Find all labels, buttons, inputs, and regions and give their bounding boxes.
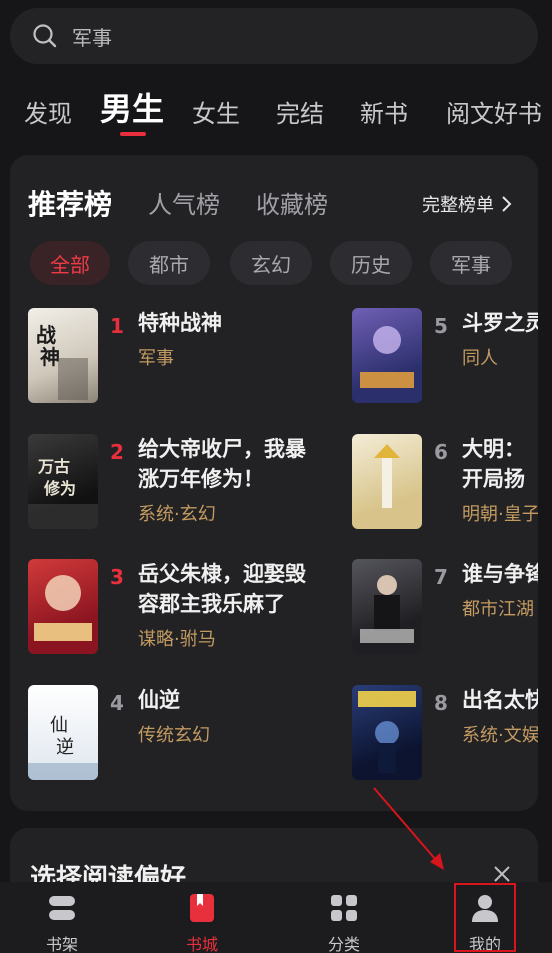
rank-tab-popular[interactable]: 人气榜 xyxy=(148,185,220,220)
nav-label: 分类 xyxy=(327,935,360,953)
book-item[interactable]: 5 斗罗之灵 同人 xyxy=(352,308,538,408)
nav-label: 书城 xyxy=(185,935,218,953)
close-icon[interactable] xyxy=(492,864,512,884)
book-item[interactable]: 战神 1 特种战神 军事 xyxy=(28,308,328,408)
channel-tabs: 发现 男生 女生 完结 新书 阅文好书 xyxy=(0,84,552,144)
full-list-link[interactable]: 完整榜单 xyxy=(422,191,514,217)
book-cover: 战神 xyxy=(28,308,98,403)
book-cover xyxy=(352,308,422,403)
book-tag: 传统玄幻 xyxy=(138,725,210,746)
book-title: 特种战神 xyxy=(138,311,222,335)
category-grid-icon xyxy=(331,895,357,921)
rank-tab-recommend[interactable]: 推荐榜 xyxy=(28,183,112,223)
chip-urban[interactable]: 都市 xyxy=(128,241,210,285)
bookshelf-icon xyxy=(49,896,75,920)
search-bar[interactable]: 军事 xyxy=(10,8,538,64)
book-title: 给大帝收尸，我暴涨万年修为！ xyxy=(138,437,306,491)
book-item[interactable]: 8 出名太快 系统·文娱 xyxy=(352,685,538,785)
book-title: 斗罗之灵 xyxy=(462,311,538,335)
book-title: 出名太快 xyxy=(462,688,538,712)
book-item[interactable]: 7 谁与争锋 都市江湖 xyxy=(352,559,538,659)
tab-male[interactable]: 男生 xyxy=(100,84,164,130)
book-title: 仙逆 xyxy=(138,688,180,712)
tab-completed[interactable]: 完结 xyxy=(276,94,324,129)
tab-new-books[interactable]: 新书 xyxy=(360,94,408,129)
book-title: 谁与争锋 xyxy=(462,562,538,586)
book-title: 岳父朱棣，迎娶毁容郡主我乐麻了 xyxy=(138,562,306,616)
rank-number: 6 xyxy=(434,440,448,464)
rank-number: 8 xyxy=(434,691,448,715)
book-tag: 系统·文娱 xyxy=(462,725,538,746)
tab-discover[interactable]: 发现 xyxy=(24,94,72,129)
book-tag: 同人 xyxy=(462,348,498,369)
book-title: 大明：开局扬 xyxy=(462,437,525,491)
svg-text:神: 神 xyxy=(40,345,60,369)
highlight-box xyxy=(454,883,516,952)
book-cover: 万古修为 xyxy=(28,434,98,529)
book-tag: 谋略·驸马 xyxy=(138,629,216,650)
book-cover xyxy=(352,559,422,654)
search-icon xyxy=(33,24,57,48)
book-item[interactable]: 仙逆 4 仙逆 传统玄幻 xyxy=(28,685,328,785)
nav-bookstore[interactable]: 书城 xyxy=(152,882,252,953)
svg-text:仙: 仙 xyxy=(50,715,68,736)
nav-category[interactable]: 分类 xyxy=(294,882,394,953)
bookstore-icon xyxy=(190,894,214,922)
book-item[interactable]: 3 岳父朱棣，迎娶毁容郡主我乐麻了 谋略·驸马 xyxy=(28,559,328,659)
rank-tab-favorites[interactable]: 收藏榜 xyxy=(256,185,328,220)
chip-all[interactable]: 全部 xyxy=(30,241,110,285)
nav-bookshelf[interactable]: 书架 xyxy=(12,882,112,953)
book-cover: 仙逆 xyxy=(28,685,98,780)
book-tag: 都市江湖 xyxy=(462,599,534,620)
rank-number: 1 xyxy=(110,314,124,338)
ranking-card: 推荐榜 人气榜 收藏榜 完整榜单 全部 都市 玄幻 历史 军事 战神 1 特种战… xyxy=(10,155,538,811)
chip-history[interactable]: 历史 xyxy=(330,241,412,285)
svg-text:战: 战 xyxy=(36,323,56,347)
tab-female[interactable]: 女生 xyxy=(192,94,240,129)
svg-text:逆: 逆 xyxy=(56,737,74,758)
nav-label: 书架 xyxy=(45,935,78,953)
rank-number: 2 xyxy=(110,440,124,464)
search-input[interactable]: 军事 xyxy=(72,22,112,51)
book-cover xyxy=(352,685,422,780)
rank-number: 4 xyxy=(110,691,124,715)
book-cover xyxy=(352,434,422,529)
rank-number: 5 xyxy=(434,314,448,338)
full-list-label: 完整榜单 xyxy=(422,195,494,216)
chip-fantasy[interactable]: 玄幻 xyxy=(230,241,312,285)
rank-number: 7 xyxy=(434,565,448,589)
book-tag: 明朝·皇子 xyxy=(462,504,538,525)
book-tag: 军事 xyxy=(138,348,174,369)
tab-good-books[interactable]: 阅文好书 xyxy=(446,94,542,129)
chevron-right-icon xyxy=(502,196,512,212)
active-tab-indicator xyxy=(120,132,146,136)
chip-military[interactable]: 军事 xyxy=(430,241,512,285)
book-cover xyxy=(28,559,98,654)
book-item[interactable]: 6 大明：开局扬 明朝·皇子 xyxy=(352,434,538,534)
book-item[interactable]: 万古修为 2 给大帝收尸，我暴涨万年修为！ 系统·玄幻 xyxy=(28,434,328,534)
svg-text:修为: 修为 xyxy=(43,479,76,498)
rank-number: 3 xyxy=(110,565,124,589)
book-tag: 系统·玄幻 xyxy=(138,504,216,525)
svg-text:万古: 万古 xyxy=(37,457,70,476)
